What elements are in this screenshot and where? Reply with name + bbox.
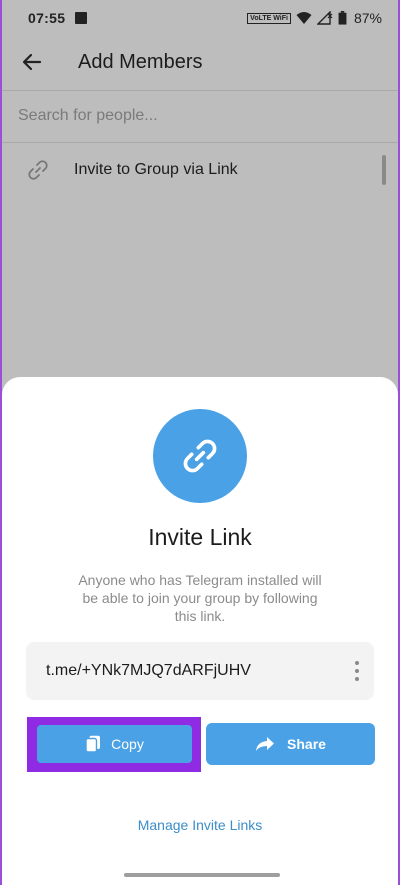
battery-percent: 87% [353,10,382,26]
sheet-description: Anyone who has Telegram installed will b… [78,572,322,624]
invite-via-link-row[interactable]: Invite to Group via Link [2,146,398,194]
manage-invite-links-link[interactable]: Manage Invite Links [2,817,398,833]
volte-icon: VoLTE WiFi [247,12,291,24]
image-notification-icon [75,12,88,24]
copy-button[interactable]: Copy [37,725,192,763]
wifi-icon [296,12,312,24]
back-button[interactable] [4,36,60,88]
link-icon [2,158,74,182]
invite-via-link-label: Invite to Group via Link [74,161,238,178]
status-icons: VoLTE WiFi 87% [247,10,382,26]
signal-icon [316,11,333,25]
share-label: Share [287,736,326,752]
invite-link-box[interactable]: t.me/+YNk7MJQ7dARFjUHV [26,642,374,700]
screen: 07:55 VoLTE WiFi 87% Add Members Search … [2,0,398,885]
invite-link-text: t.me/+YNk7MJQ7dARFjUHV [46,662,251,679]
scrollbar[interactable] [382,155,386,185]
app-bar: Add Members [2,36,398,88]
search-input[interactable] [2,92,398,140]
status-bar: 07:55 VoLTE WiFi 87% [2,0,398,36]
home-indicator [124,873,280,877]
page-title: Add Members [78,50,203,73]
sheet-title: Invite Link [148,524,252,550]
invite-link-sheet: Invite Link Anyone who has Telegram inst… [2,377,398,885]
copy-label: Copy [111,736,144,752]
divider [2,90,398,91]
share-button[interactable]: Share [206,723,375,765]
battery-icon [338,11,347,25]
share-arrow-icon [256,737,275,751]
more-options-icon[interactable] [354,661,360,681]
status-time: 07:55 [28,10,66,26]
copy-icon [85,735,101,753]
back-arrow-icon [22,53,42,71]
link-icon [153,409,247,503]
divider [2,142,398,143]
